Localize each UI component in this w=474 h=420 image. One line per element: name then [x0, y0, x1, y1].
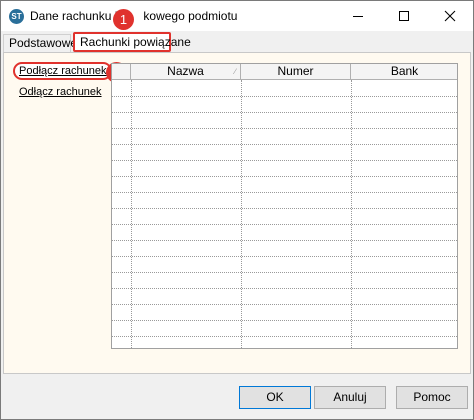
grid-row-divider: [112, 240, 457, 241]
close-button[interactable]: [427, 1, 473, 31]
tab-strip: Podstawowe Rachunki powiązane: [1, 31, 473, 53]
grid-body[interactable]: [112, 80, 457, 348]
sort-indicator-icon: ∕: [234, 67, 236, 76]
grid-row-divider: [112, 112, 457, 113]
accounts-grid[interactable]: Nazwa ∕ Numer Bank: [111, 63, 458, 349]
app-logo-icon: ST: [9, 9, 24, 24]
grid-row-divider: [112, 256, 457, 257]
maximize-icon: [399, 11, 409, 21]
grid-header-bank[interactable]: Bank: [351, 64, 457, 79]
grid-row-divider: [112, 336, 457, 337]
grid-column-divider: [241, 80, 242, 348]
grid-header-nazwa-label: Nazwa: [167, 64, 204, 78]
grid-row-divider: [112, 176, 457, 177]
grid-column-divider: [131, 80, 132, 348]
grid-row-divider: [112, 96, 457, 97]
help-button[interactable]: Pomoc: [396, 386, 468, 409]
grid-header-numer[interactable]: Numer: [241, 64, 351, 79]
grid-row-divider: [112, 128, 457, 129]
grid-row-divider: [112, 144, 457, 145]
grid-header-nazwa[interactable]: Nazwa ∕: [131, 64, 241, 79]
attach-account-link[interactable]: Podłącz rachunek: [13, 62, 113, 80]
detach-account-link[interactable]: Odłącz rachunek: [19, 86, 102, 98]
tab-podstawowe[interactable]: Podstawowe: [3, 34, 77, 52]
ok-button[interactable]: OK: [239, 386, 311, 409]
grid-row-divider: [112, 272, 457, 273]
grid-row-divider: [112, 224, 457, 225]
maximize-button[interactable]: [381, 1, 427, 31]
grid-row-divider: [112, 160, 457, 161]
close-icon: [444, 10, 456, 22]
grid-row-divider: [112, 192, 457, 193]
cancel-button[interactable]: Anuluj: [314, 386, 386, 409]
grid-header-selector[interactable]: [112, 64, 131, 79]
window-title-end: kowego podmiotu: [143, 9, 238, 23]
window-title-start: Dane rachunku b: [30, 9, 122, 23]
annotation-badge-1: 1: [113, 9, 134, 30]
grid-header: Nazwa ∕ Numer Bank: [112, 64, 457, 80]
dialog-footer: OK Anuluj Pomoc: [1, 374, 473, 419]
grid-row-divider: [112, 288, 457, 289]
minimize-button[interactable]: [335, 1, 381, 31]
minimize-icon: [353, 16, 363, 17]
grid-row-divider: [112, 304, 457, 305]
title-bar[interactable]: ST Dane rachunku b kowego podmiotu 1: [1, 1, 473, 31]
grid-column-divider: [351, 80, 352, 348]
grid-row-divider: [112, 208, 457, 209]
tab-rachunki-powiazane[interactable]: Rachunki powiązane: [73, 32, 191, 52]
dialog-window: ST Dane rachunku b kowego podmiotu 1 Pods…: [0, 0, 474, 420]
grid-row-divider: [112, 320, 457, 321]
